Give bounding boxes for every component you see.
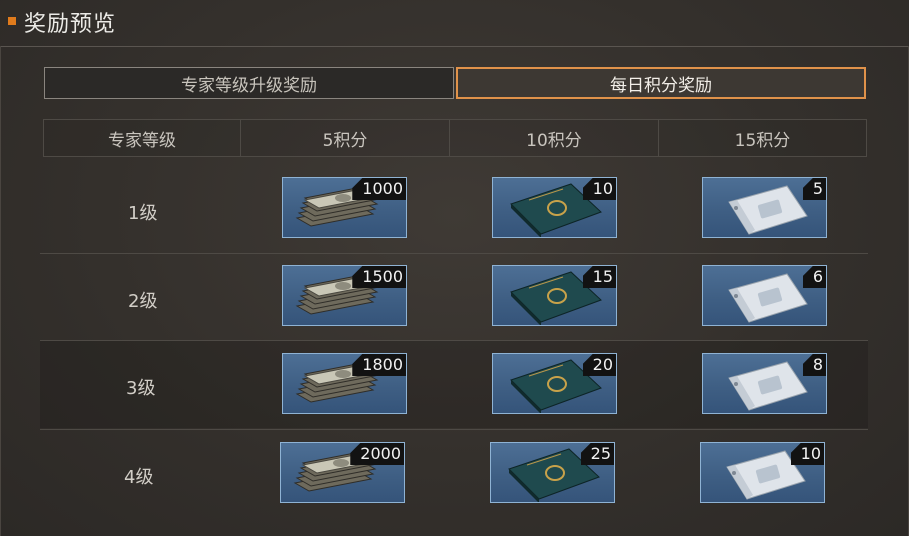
pack-reward-item[interactable]: 5 <box>702 177 827 238</box>
quantity-badge: 2000 <box>350 443 404 465</box>
quantity-badge: 1500 <box>352 266 406 288</box>
left-border <box>0 46 1 536</box>
cash-reward-item[interactable]: 1000 <box>282 177 407 238</box>
book-reward-item[interactable]: 20 <box>492 353 617 414</box>
book-reward-item[interactable]: 25 <box>490 442 615 503</box>
header-marker-icon <box>8 17 16 25</box>
level-label: 2级 <box>128 291 158 312</box>
level-label: 3级 <box>126 378 156 399</box>
pack-reward-item[interactable]: 10 <box>700 442 825 503</box>
level-label: 1级 <box>128 203 158 224</box>
cash-reward-item[interactable]: 2000 <box>280 442 405 503</box>
tab-expert-level-rewards[interactable]: 专家等级升级奖励 <box>44 67 454 99</box>
quantity-badge: 1800 <box>352 354 406 376</box>
column-header-15-points: 15积分 <box>658 119 867 157</box>
column-header-10-points: 10积分 <box>449 119 659 157</box>
quantity-badge: 1000 <box>352 178 406 200</box>
panel-header: 奖励预览 <box>0 0 909 47</box>
pack-reward-item[interactable]: 8 <box>702 353 827 414</box>
book-reward-item[interactable]: 10 <box>492 177 617 238</box>
book-reward-item[interactable]: 15 <box>492 265 617 326</box>
cash-reward-item[interactable]: 1800 <box>282 353 407 414</box>
level-label: 4级 <box>124 467 154 488</box>
page-title: 奖励预览 <box>24 12 117 37</box>
pack-reward-item[interactable]: 6 <box>702 265 827 326</box>
tab-daily-points-rewards[interactable]: 每日积分奖励 <box>456 67 866 99</box>
cash-reward-item[interactable]: 1500 <box>282 265 407 326</box>
column-header-level: 专家等级 <box>43 119 241 157</box>
column-header-5-points: 5积分 <box>240 119 450 157</box>
